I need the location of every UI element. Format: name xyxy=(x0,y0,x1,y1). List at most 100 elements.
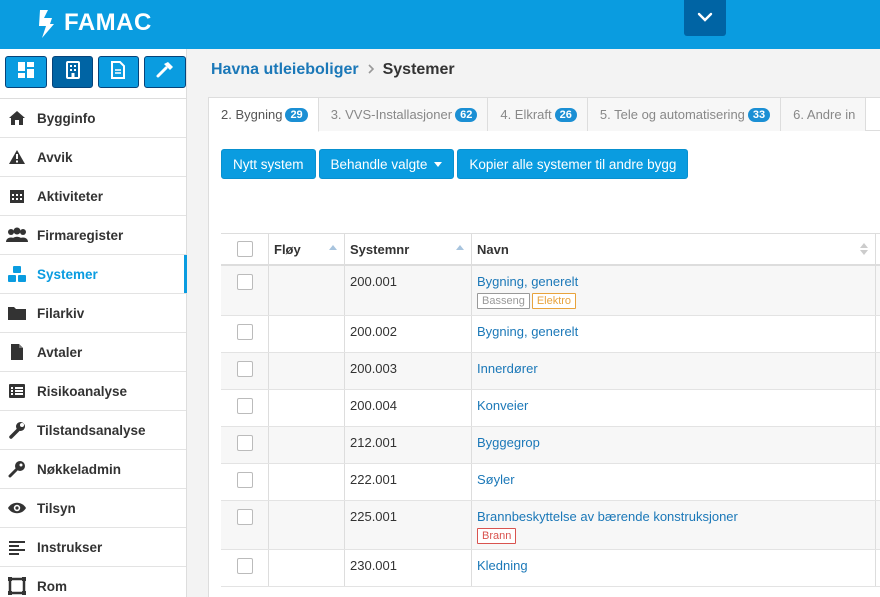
column-header-label: Navn xyxy=(477,241,509,257)
tab-count-badge: 33 xyxy=(747,107,771,122)
table-row: 230.001 Kledning xyxy=(221,550,880,587)
sidebar-item-tilsyn[interactable]: Tilsyn xyxy=(0,489,186,528)
tab-vvs-installasjoner[interactable]: 3. VVS-Installasjoner 62 xyxy=(318,98,489,131)
system-no-cell: 212.001 xyxy=(345,427,472,463)
tab-count-badge: 62 xyxy=(455,107,478,122)
tab-count-badge: 26 xyxy=(554,107,577,122)
row-checkbox[interactable] xyxy=(236,509,253,525)
row-select-cell xyxy=(221,501,269,549)
column-header-label: Systemnr xyxy=(350,241,410,257)
wing-cell xyxy=(269,390,345,426)
sidebar-item-rom[interactable]: Rom xyxy=(0,567,186,597)
sidebar-item-aktiviteter[interactable]: Aktiviteter xyxy=(0,177,186,216)
row-checkbox[interactable] xyxy=(236,361,253,377)
sidebar-item-label: Rom xyxy=(37,578,67,594)
tab-label: 4. Elkraft xyxy=(500,107,552,122)
tag-badge: Basseng xyxy=(477,293,530,309)
tab-andre-installasjoner[interactable]: 6. Andre in xyxy=(781,98,867,131)
sidebar-item-filarkiv[interactable]: Filarkiv xyxy=(0,294,186,333)
system-name-link[interactable]: Kledning xyxy=(477,558,870,573)
folder-icon xyxy=(6,302,28,324)
list-icon xyxy=(6,380,28,402)
system-no-cell: 222.001 xyxy=(345,464,472,500)
breadcrumb-parent-link[interactable]: Havna utleieboliger xyxy=(211,61,359,79)
building-button[interactable] xyxy=(52,56,93,88)
wing-cell xyxy=(269,266,345,315)
system-name-link[interactable]: Bygning, generelt xyxy=(477,274,870,289)
sidebar-item-label: Tilstandsanalyse xyxy=(37,422,146,438)
sidebar-item-instrukser[interactable]: Instrukser xyxy=(0,528,186,567)
sidebar-item-systemer[interactable]: Systemer xyxy=(0,255,187,294)
tab-bygning[interactable]: 2. Bygning 29 xyxy=(209,98,319,132)
align-left-icon xyxy=(6,536,28,558)
people-icon xyxy=(6,224,28,246)
sidebar-item-avvik[interactable]: Avvik xyxy=(0,138,186,177)
table-row: 212.001 Byggegrop xyxy=(221,427,880,464)
systems-table: Fløy Systemnr Navn 200.001 Bygning, gene… xyxy=(221,233,880,587)
column-header-wing[interactable]: Fløy xyxy=(269,234,345,264)
sidebar-item-bygginfo[interactable]: Bygginfo xyxy=(0,99,186,138)
chevron-down-icon xyxy=(697,9,713,27)
row-select-cell xyxy=(221,316,269,352)
sidebar-item-nokkeladmin[interactable]: Nøkkeladmin xyxy=(0,450,186,489)
system-name-link[interactable]: Innerdører xyxy=(477,361,870,376)
row-checkbox[interactable] xyxy=(236,274,253,290)
system-no-cell: 225.001 xyxy=(345,501,472,549)
sidebar-item-tilstandsanalyse[interactable]: Tilstandsanalyse xyxy=(0,411,186,450)
tab-label: 2. Bygning xyxy=(221,107,283,122)
wing-cell xyxy=(269,464,345,500)
sort-icon xyxy=(860,243,868,255)
sort-asc-icon xyxy=(329,245,337,250)
name-cell: Konveier xyxy=(472,390,876,426)
sidebar-item-firmaregister[interactable]: Firmaregister xyxy=(0,216,186,255)
row-checkbox[interactable] xyxy=(236,558,253,574)
table-header: Fløy Systemnr Navn xyxy=(221,234,880,266)
row-checkbox[interactable] xyxy=(236,435,253,451)
name-cell: Kledning xyxy=(472,550,876,586)
top-dropdown-button[interactable] xyxy=(684,0,726,36)
caret-down-icon xyxy=(434,161,443,167)
document-button[interactable] xyxy=(98,56,139,88)
famac-logo-icon xyxy=(36,8,58,38)
row-checkbox[interactable] xyxy=(236,398,253,414)
system-name-link[interactable]: Bygning, generelt xyxy=(477,324,870,339)
row-checkbox[interactable] xyxy=(236,472,253,488)
action-bar: Nytt system Behandle valgte Kopier alle … xyxy=(221,149,689,179)
tab-elkraft[interactable]: 4. Elkraft 26 xyxy=(488,98,588,131)
select-all-cell xyxy=(221,234,269,264)
system-name-link[interactable]: Brannbeskyttelse av bærende konstruksjon… xyxy=(477,509,870,524)
column-header-name[interactable]: Navn xyxy=(472,234,876,264)
row-select-cell xyxy=(221,464,269,500)
system-name-link[interactable]: Konveier xyxy=(477,398,870,413)
chevron-right-icon xyxy=(367,62,375,78)
table-row: 200.002 Bygning, generelt xyxy=(221,316,880,353)
sidebar-item-risikoanalyse[interactable]: Risikoanalyse xyxy=(0,372,186,411)
sidebar-item-label: Filarkiv xyxy=(37,305,85,321)
room-icon xyxy=(6,575,28,597)
warning-icon xyxy=(6,146,28,168)
select-all-checkbox[interactable] xyxy=(236,241,253,257)
tag-badge: Elektro xyxy=(531,293,577,309)
dashboard-button[interactable] xyxy=(5,56,48,88)
system-name-link[interactable]: Byggegrop xyxy=(477,435,870,450)
hammer-button[interactable] xyxy=(143,56,186,88)
handle-selected-dropdown[interactable]: Behandle valgte xyxy=(318,149,455,179)
copy-all-systems-button[interactable]: Kopier alle systemer til andre bygg xyxy=(457,149,689,179)
category-tabs: 2. Bygning 29 3. VVS-Installasjoner 62 4… xyxy=(209,98,880,132)
table-row: 225.001 Brannbeskyttelse av bærende kons… xyxy=(221,501,880,550)
sidebar-item-label: Tilsyn xyxy=(37,500,76,516)
row-select-cell xyxy=(221,266,269,315)
new-system-button[interactable]: Nytt system xyxy=(221,149,316,179)
famac-logo[interactable]: FAMAC xyxy=(36,8,152,38)
row-checkbox[interactable] xyxy=(236,324,253,340)
wing-cell xyxy=(269,353,345,389)
sidebar-item-label: Systemer xyxy=(37,266,98,282)
system-name-link[interactable]: Søyler xyxy=(477,472,870,487)
system-no-cell: 200.003 xyxy=(345,353,472,389)
tab-tele-og-automatisering[interactable]: 5. Tele og automatisering 33 xyxy=(587,98,782,131)
name-cell: Brannbeskyttelse av bærende konstruksjon… xyxy=(472,501,876,549)
key-icon xyxy=(6,458,28,480)
sidebar-item-label: Avtaler xyxy=(37,344,83,360)
sidebar-item-avtaler[interactable]: Avtaler xyxy=(0,333,186,372)
column-header-system-no[interactable]: Systemnr xyxy=(345,234,472,264)
